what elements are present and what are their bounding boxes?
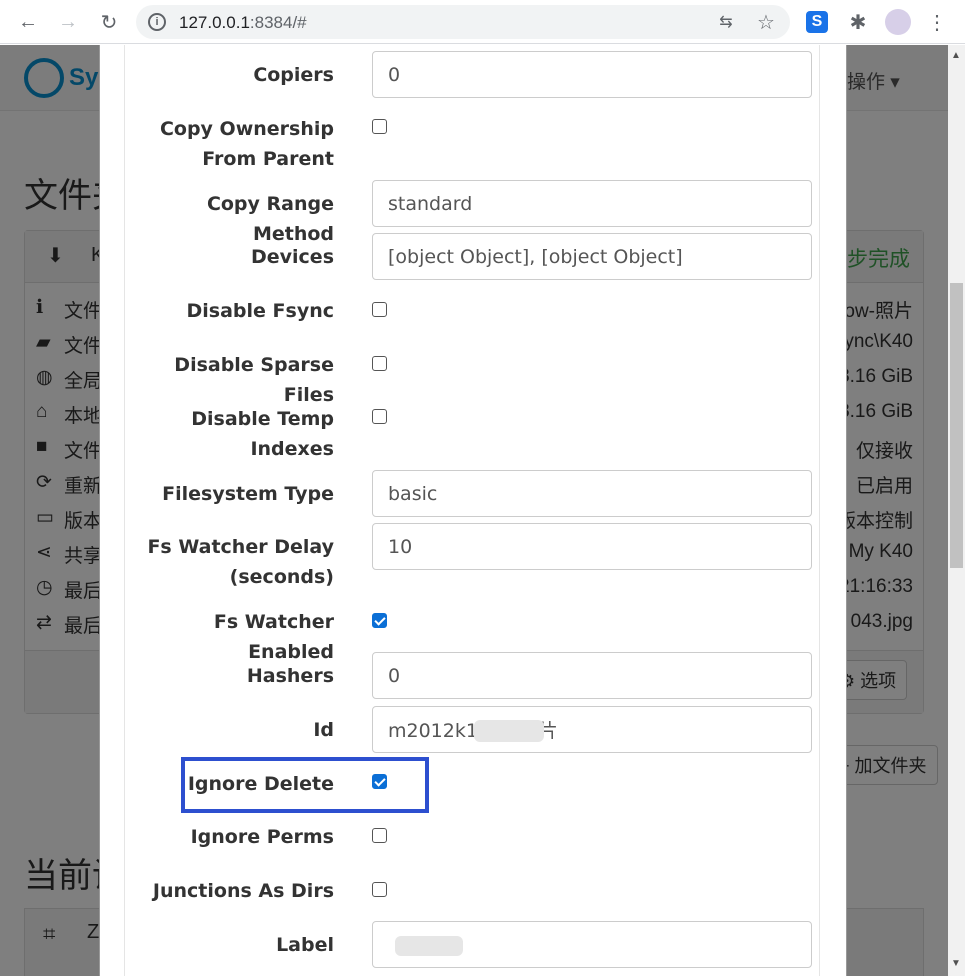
copy-range-method-input[interactable]: standard — [372, 180, 812, 227]
disable-sparse-files-label: Disable Sparse Files — [174, 354, 334, 406]
filesystem-type-value: basic — [388, 482, 438, 505]
extension-s-icon[interactable]: S — [806, 11, 828, 33]
fs-watcher-delay-seconds-value: 10 — [388, 535, 413, 558]
ignore-perms-label: Ignore Perms — [190, 826, 334, 848]
copiers-input[interactable]: 0 — [372, 51, 812, 98]
label-label: Label — [276, 934, 334, 956]
copy-ownership-from-parent-label: Copy Ownership From Parent — [159, 118, 334, 170]
scroll-up-arrow-icon[interactable]: ▲ — [951, 50, 961, 61]
address-url: 127.0.0.1:8384/# — [179, 13, 307, 32]
browser-toolbar: ← → ↻ i 127.0.0.1:8384/# ⇆ ☆ S ✱ ⋮ — [0, 0, 965, 44]
hashers-value: 0 — [388, 664, 401, 687]
hashers-input[interactable]: 0 — [372, 652, 812, 699]
fs-watcher-enabled-checkbox[interactable] — [372, 613, 387, 628]
id-input[interactable]: m2012k11. v-照片 — [372, 706, 812, 753]
disable-fsync-checkbox[interactable] — [372, 302, 387, 317]
copiers-value: 0 — [388, 63, 401, 86]
bookmark-star-icon[interactable]: ☆ — [754, 10, 778, 34]
disable-temp-indexes-label: Disable Temp Indexes — [191, 408, 334, 460]
junctions-as-dirs-label: Junctions As Dirs — [152, 880, 334, 902]
forward-arrow-icon[interactable]: → — [55, 9, 81, 35]
id-label: Id — [313, 719, 334, 741]
devices-label: Devices — [250, 246, 334, 268]
site-info-icon[interactable]: i — [148, 13, 166, 31]
browser-menu-icon[interactable]: ⋮ — [924, 9, 950, 35]
ignore-perms-checkbox[interactable] — [372, 828, 387, 843]
filesystem-type-input[interactable]: basic — [372, 470, 812, 517]
translate-icon[interactable]: ⇆ — [714, 10, 738, 34]
copy-range-method-label: Copy Range Method — [206, 193, 334, 245]
copiers-label: Copiers — [253, 64, 334, 86]
profile-avatar-icon[interactable] — [885, 9, 911, 35]
disable-fsync-label: Disable Fsync — [186, 300, 335, 322]
scroll-down-arrow-icon[interactable]: ▼ — [951, 958, 961, 969]
fs-watcher-delay-seconds-input[interactable]: 10 — [372, 523, 812, 570]
junctions-as-dirs-checkbox[interactable] — [372, 882, 387, 897]
reload-icon[interactable]: ↻ — [96, 9, 122, 35]
copy-range-method-value: standard — [388, 192, 473, 215]
back-arrow-icon[interactable]: ← — [15, 9, 41, 35]
highlight-annotation — [181, 757, 429, 813]
copy-ownership-from-parent-checkbox[interactable] — [372, 119, 387, 134]
devices-value: [object Object], [object Object] — [388, 245, 683, 268]
disable-sparse-files-checkbox[interactable] — [372, 356, 387, 371]
page-scrollbar-thumb[interactable] — [950, 283, 963, 568]
redaction-mask — [474, 720, 544, 742]
extensions-puzzle-icon[interactable]: ✱ — [845, 9, 871, 35]
disable-temp-indexes-checkbox[interactable] — [372, 409, 387, 424]
redaction-mask — [395, 936, 463, 956]
fs-watcher-enabled-label: Fs Watcher Enabled — [213, 611, 334, 663]
filesystem-type-label: Filesystem Type — [162, 483, 334, 505]
fs-watcher-delay-seconds-label: Fs Watcher Delay (seconds) — [147, 536, 334, 588]
hashers-label: Hashers — [246, 665, 334, 687]
devices-input[interactable]: [object Object], [object Object] — [372, 233, 812, 280]
address-bar[interactable]: i 127.0.0.1:8384/# ⇆ ☆ — [136, 5, 790, 39]
